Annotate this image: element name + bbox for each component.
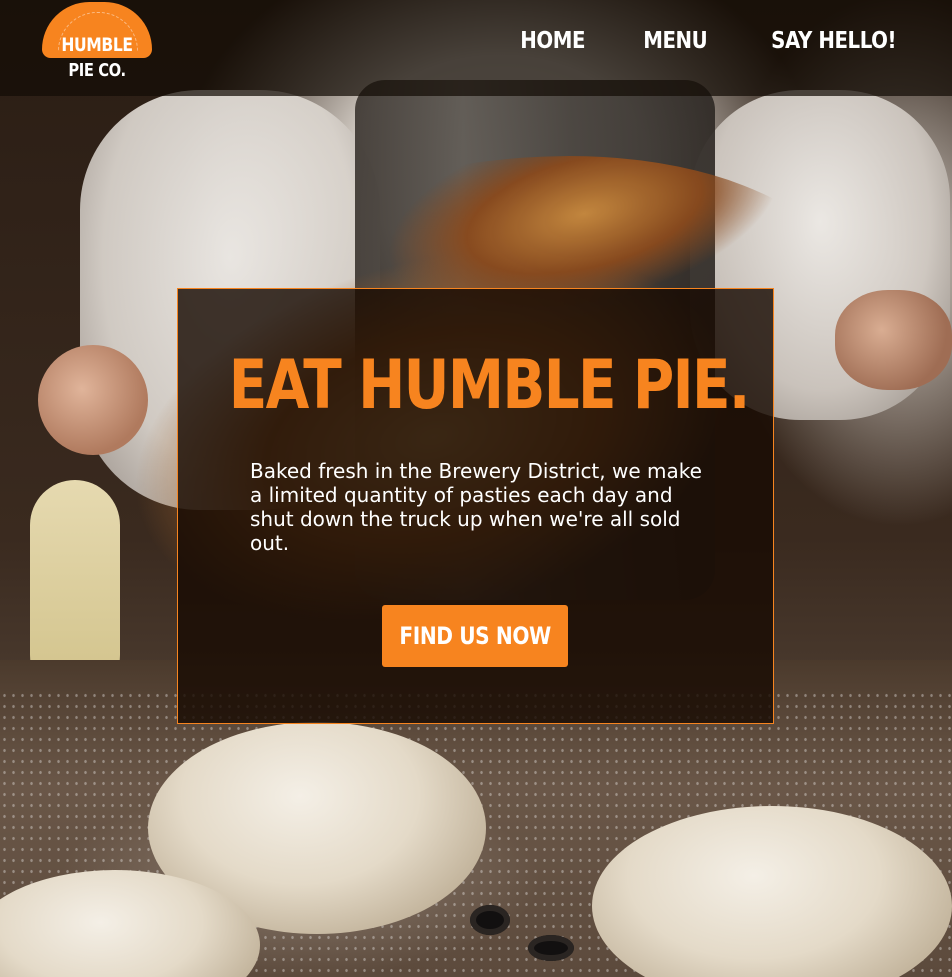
- logo-text-line1: HUMBLE: [61, 34, 133, 56]
- find-us-now-button[interactable]: FIND US NOW: [382, 605, 568, 667]
- nav-say-hello[interactable]: SAY HELLO!: [771, 28, 896, 54]
- site-header: HUMBLE PIE CO. HOME MENU SAY HELLO!: [0, 0, 952, 96]
- nav-menu[interactable]: MENU: [643, 28, 708, 54]
- olive: [528, 935, 574, 961]
- hero-title: EAT HUMBLE PIE.: [228, 346, 751, 425]
- site-logo[interactable]: HUMBLE PIE CO.: [40, 2, 154, 84]
- main-nav: HOME MENU SAY HELLO!: [515, 28, 906, 54]
- nav-home[interactable]: HOME: [520, 28, 585, 54]
- hero-description: Baked fresh in the Brewery District, we …: [250, 459, 702, 555]
- logo-text-line2: PIE CO.: [68, 60, 126, 81]
- find-us-now-label: FIND US NOW: [399, 622, 551, 650]
- olive: [470, 905, 510, 935]
- hero-card: EAT HUMBLE PIE. Baked fresh in the Brewe…: [177, 288, 774, 724]
